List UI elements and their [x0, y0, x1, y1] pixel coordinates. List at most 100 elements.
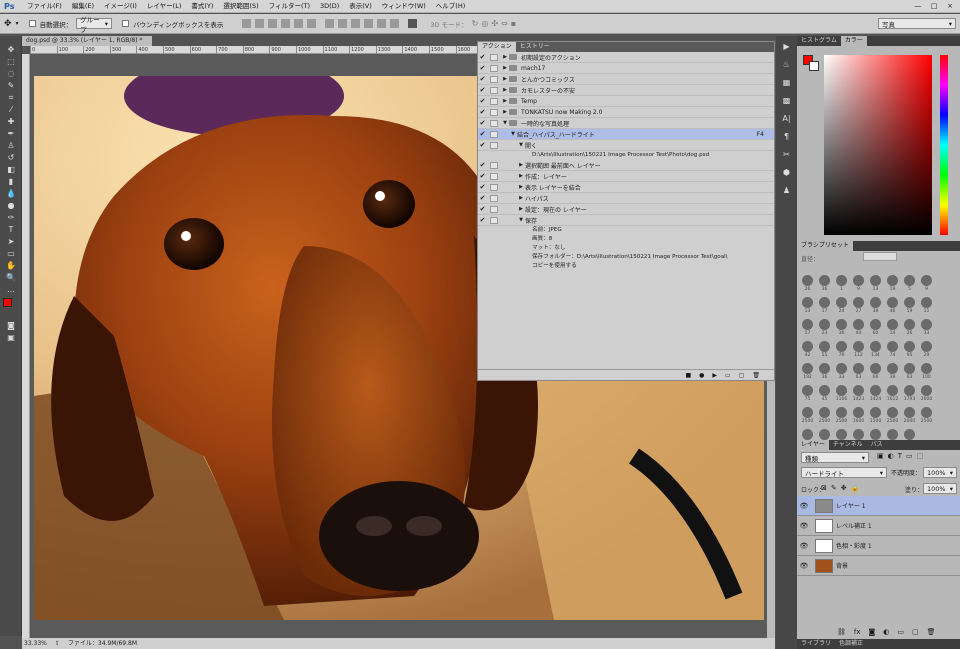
brush-preset[interactable]: 39 [884, 362, 901, 384]
filter-adjust-icon[interactable]: ◐ [888, 452, 894, 460]
crop-tool-icon[interactable]: ⌗ [3, 92, 19, 104]
lock-move-icon[interactable]: ✥ [841, 484, 847, 492]
brush-preset[interactable]: 2000 [901, 406, 918, 428]
pen-tool-icon[interactable]: ✑ [3, 212, 19, 224]
tab-paths[interactable]: パス [867, 440, 887, 450]
brush-size-input[interactable] [863, 252, 897, 261]
expand-triangle-icon[interactable]: ▶ [501, 109, 509, 115]
menu-3d[interactable]: 3D(D) [315, 0, 344, 13]
brush-preset[interactable]: 95 [901, 340, 918, 362]
dialog-toggle[interactable] [490, 172, 498, 180]
brush-preset[interactable]: 5 [901, 274, 918, 296]
minimize-button[interactable]: — [910, 0, 926, 13]
3d-scale-icon[interactable]: ▪ [511, 19, 516, 28]
fx-icon[interactable]: fx [854, 628, 861, 636]
menu-help[interactable]: ヘルプ(H) [431, 0, 470, 13]
expand-triangle-icon[interactable]: ▶ [517, 206, 525, 212]
brush-preset[interactable]: 29 [918, 340, 935, 362]
brush-preset[interactable]: 24 [833, 296, 850, 318]
lock-transparent-icon[interactable]: ⊠ [821, 484, 827, 492]
align-top-icon[interactable] [242, 19, 252, 28]
dialog-toggle[interactable] [490, 194, 498, 202]
menu-view[interactable]: 表示(V) [344, 0, 377, 13]
layer-row[interactable]: 👁 レベル補正 1 [797, 516, 960, 536]
brush-preset[interactable]: 2500 [918, 406, 935, 428]
lock-all-icon[interactable]: 🔒 [851, 484, 860, 492]
brush-preset[interactable]: 1424 [867, 384, 884, 406]
file-info[interactable]: ファイル：34.9M/69.8M [68, 638, 137, 649]
opacity-field[interactable]: 100% ▾ [923, 467, 957, 478]
brush-preset[interactable]: 59 [901, 296, 918, 318]
layer-row[interactable]: 👁 色相・彩度 1 [797, 536, 960, 556]
brush-preset[interactable]: 13 [799, 296, 816, 318]
dialog-toggle[interactable] [490, 64, 498, 72]
expand-triangle-icon[interactable]: ▼ [517, 142, 525, 148]
auto-select-dropdown[interactable]: グループ ▾ [76, 16, 113, 34]
brush-preset[interactable]: 1793 [901, 384, 918, 406]
bbox-checkbox[interactable] [122, 20, 130, 27]
check-icon[interactable]: ✔ [478, 75, 487, 83]
quick-select-tool-icon[interactable]: ✎ [3, 80, 19, 92]
brush-tool-icon[interactable]: ✒ [3, 128, 19, 140]
layer-kind-filter[interactable]: 種類 ▾ [801, 452, 869, 463]
zoom-tool-icon[interactable]: 🔍 [3, 272, 19, 284]
screen-mode-icon[interactable]: ▣ [3, 332, 19, 344]
color-picker-field[interactable] [824, 55, 932, 235]
brush-preset[interactable]: 45 [816, 384, 833, 406]
expand-triangle-icon[interactable]: ▶ [501, 65, 509, 71]
check-icon[interactable]: ✔ [478, 130, 487, 138]
brush-preset[interactable]: 9 [850, 274, 867, 296]
new-layer-icon[interactable]: ▢ [912, 628, 919, 636]
workspace-dropdown[interactable]: 写真 ▾ [878, 18, 956, 29]
tab-histogram[interactable]: ヒストグラム [797, 36, 841, 46]
brush-preset[interactable]: 14 [884, 318, 901, 340]
brush-preset[interactable]: 11 [918, 296, 935, 318]
filter-shape-icon[interactable]: ▭ [906, 452, 913, 460]
brush-preset[interactable]: 36 [816, 274, 833, 296]
maximize-button[interactable]: □ [926, 0, 942, 13]
check-icon[interactable]: ✔ [478, 64, 487, 72]
brush-preset[interactable]: 1106 [833, 384, 850, 406]
expand-triangle-icon[interactable]: ▶ [517, 162, 525, 168]
adjustment-layer-icon[interactable]: ◐ [883, 628, 889, 636]
check-icon[interactable]: ✔ [478, 141, 487, 149]
brush-preset[interactable]: 1 [833, 274, 850, 296]
action-step-row[interactable]: ✔ ▶ 表示 レイヤーを結合 [478, 182, 774, 193]
brush-preset[interactable]: 33 [833, 362, 850, 384]
check-icon[interactable]: ✔ [478, 161, 487, 169]
eraser-tool-icon[interactable]: ◧ [3, 164, 19, 176]
eyedropper-tool-icon[interactable]: ⁄ [3, 104, 19, 116]
tool-preset-chevron-icon[interactable]: ▾ [16, 20, 19, 27]
move-tool-icon[interactable]: ✥ [3, 44, 19, 56]
brush-preset[interactable]: 46 [884, 296, 901, 318]
hue-slider[interactable] [940, 55, 948, 235]
action-step-row[interactable]: ✔ ▼ 保存 [478, 215, 774, 226]
action-step-row[interactable]: ✔ ▶ 設定：現在の レイヤー [478, 204, 774, 215]
tab-color[interactable]: カラー [840, 36, 867, 46]
align-bottom-icon[interactable] [268, 19, 278, 28]
brush-preset[interactable]: 1423 [850, 384, 867, 406]
foreground-color-swatch[interactable] [3, 298, 12, 307]
dialog-toggle[interactable] [490, 97, 498, 105]
menu-select[interactable]: 選択範囲(S) [218, 0, 263, 13]
menu-type[interactable]: 書式(Y) [186, 0, 218, 13]
action-set-row[interactable]: ✔ ▶ とんかつコミックス [478, 74, 774, 85]
stop-icon[interactable]: ■ [685, 372, 691, 379]
dialog-toggle[interactable] [490, 119, 498, 127]
align-left-icon[interactable] [281, 19, 291, 28]
play-icon[interactable]: ▶ [712, 372, 717, 379]
brush-preset[interactable]: 1500 [867, 406, 884, 428]
tab-libraries[interactable]: ライブラリ [797, 639, 835, 649]
type-tool-icon[interactable]: T [3, 224, 19, 236]
tab-actions[interactable]: アクション [478, 42, 516, 52]
tab-layers[interactable]: レイヤー [797, 440, 829, 450]
expand-triangle-icon[interactable]: ▶ [501, 87, 509, 93]
brush-preset[interactable]: 39 [867, 296, 884, 318]
brush-preset[interactable]: 2500 [799, 406, 816, 428]
brush-preset[interactable]: 42 [799, 340, 816, 362]
brush-preset[interactable]: 9 [918, 274, 935, 296]
dialog-toggle[interactable] [490, 183, 498, 191]
eye-icon[interactable]: 👁 [797, 522, 811, 530]
brush-preset[interactable]: 70 [833, 340, 850, 362]
tab-adjustments[interactable]: 色調補正 [835, 639, 867, 649]
